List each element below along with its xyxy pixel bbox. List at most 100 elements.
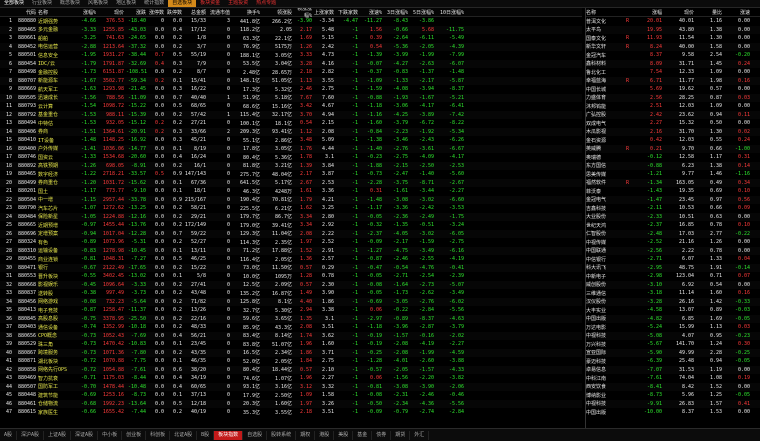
table-row[interactable]: 43 880469 智力抗衰 -0.71 1175.03 -8.44 0.0 0.4 34/19… (0, 374, 582, 383)
table-row[interactable]: 2 880465 多元金融 -3.33 1255.85 -43.03 0.0 0.4 17/12… (0, 25, 582, 34)
table-row[interactable]: 1 880880 近期强势 -4.66 376.53 -18.40 0 0.0 15/33 3 44… (0, 17, 582, 26)
stock-row[interactable]: 中视传媒 -2.52 21.16 1.26 0.00 (586, 238, 760, 247)
stock-row[interactable]: 金石资源 0.42 12.03 0.55 0.24 (586, 136, 760, 145)
stock-row[interactable]: 中视科技 -9.91 26.83 1.57 0.41 (586, 399, 760, 408)
table-row[interactable]: 32 880668 影视娱乐 -0.45 1096.64 -3.33 0.0 0.2 27/41… (0, 280, 582, 289)
table-row[interactable]: 4 880452 电信运营 -2.88 1213.64 -37.32 0.0 0.2 3/7 0 7… (0, 42, 582, 51)
stock-row[interactable]: 中国长城 5.69 19.62 0.57 0.00 (586, 85, 760, 94)
column-header-4[interactable]: 现价 (98, 9, 126, 16)
table-row[interactable]: 10 880505 迅速成长 -1.56 788.56 -11.09 0.0 0.7 40/40… (0, 93, 582, 102)
stock-row[interactable]: 力盛体育 2.56 28.25 0.87 0.03 (586, 93, 760, 102)
column-header-8[interactable]: 总金额 (184, 9, 208, 16)
table-row[interactable]: 23 880790 汽车芯片 -1.07 1272.62 -13.25 0.0 0.2 58/2… (0, 204, 582, 213)
table-row[interactable]: 40 880867 跨境服务 -0.73 1071.36 -7.80 0.0 0.2 43/35… (0, 348, 582, 357)
bottom-tab-4[interactable]: 中小板 (98, 430, 123, 440)
column-header-18[interactable]: 10日涨幅% (436, 9, 466, 16)
stock-row[interactable]: 大丰实业 -4.58 13.07 0.89 -0.03 (586, 306, 760, 315)
stock-row[interactable]: 西安饮食 -8.41 8.42 1.52 0.00 (586, 382, 760, 391)
table-row[interactable]: 33 880837 送转股 -0.38 997.49 -3.73 0.0 0.2 43/48 0 1… (0, 289, 582, 298)
stock-row[interactable]: 汉仪股份 -3.28 26.16 1.42 -0.33 (586, 297, 760, 306)
bottom-tab-5[interactable]: 创业板 (122, 430, 147, 440)
tab-2[interactable]: 概念板块 (56, 0, 84, 7)
tab-5[interactable]: 统计指数 (140, 0, 168, 7)
column-header-1[interactable]: 代码 (14, 9, 38, 16)
bottom-tab-7[interactable]: 北证A股 (170, 430, 198, 440)
table-row[interactable]: 20 880499 券商重仓 -1.20 1031.72 -15.62 0.0 0.1 67/3… (0, 178, 582, 187)
table-row[interactable]: 38 880656 CPO概念 -0.73 1052.43 -7.69 0.0 0.4 56/2… (0, 331, 582, 340)
column-header-16[interactable]: 3日涨幅% (384, 9, 410, 16)
column-header-6[interactable]: 涨停数 (148, 9, 166, 16)
bottom-tab-3[interactable]: 深证A股 (71, 430, 99, 440)
bottom-tab-8[interactable]: B股 (197, 430, 215, 440)
table-row[interactable]: 6 880454 IDC/云 -1.79 1791.87 -32.69 0.4 0.3 7/9 0… (0, 59, 582, 68)
table-row[interactable]: 22 880504 中一增 -1.15 2957.44 -33.78 0.0 0.9 215/1… (0, 195, 582, 204)
column-header-11[interactable]: 领涨股 (262, 9, 294, 16)
table-row[interactable]: 21 880201 国土 -1.17 773.77 -9.10 0.0 0.1 18/1 0 46.… (0, 187, 582, 196)
column-header-9[interactable]: 流通市值 (208, 9, 232, 16)
stock-row[interactable]: 三维通信 -3.18 11.14 1.60 0.16 (586, 289, 760, 298)
bottom-tab-1[interactable]: 深沪A股 (17, 430, 45, 440)
stock-row[interactable]: 幸福蓝海 R 6.71 11.77 1.98 0.16 (586, 76, 760, 85)
bottom-tab-6[interactable]: 科创板 (146, 430, 171, 440)
table-row[interactable]: 25 880665 近期预增 -0.97 1455.44 -13.76 0.0 0.2 172/… (0, 221, 582, 230)
stock-row[interactable]: 大业股份 -2.33 10.51 0.63 0.00 (586, 212, 760, 221)
stock-row[interactable]: 吉鑫科技 -2.11 10.53 0.66 0.09 (586, 204, 760, 213)
table-row[interactable]: 46 880461 仓储物流 -0.68 1992.23 -13.64 0.0 0.5 12/1… (0, 399, 582, 408)
stock-row[interactable]: 万达电影 -5.24 15.99 1.13 0.03 (586, 323, 760, 332)
tab-3[interactable]: 风格板块 (84, 0, 112, 7)
stock-row[interactable]: 中科江南 -7.61 74.04 1.08 0.19 (586, 374, 760, 383)
bottom-tab-18[interactable]: 外汇 (410, 430, 430, 440)
column-header-13[interactable]: 上涨家数 (314, 9, 336, 16)
table-row[interactable]: 14 880406 券商 -1.51 1364.61 -20.91 0.2 0.3 33/66 2… (0, 127, 582, 136)
column-header-3[interactable]: 涨幅% (76, 9, 98, 16)
tab-0[interactable]: 全部板块 (0, 0, 28, 7)
tab-1[interactable]: 行业板块 (28, 0, 56, 7)
table-row[interactable]: 47 880615 家族医生 -0.66 1655.42 -7.44 0.0 0.2 40/19… (0, 408, 582, 417)
column-header-17[interactable]: 5日涨幅% (410, 9, 436, 16)
column-header-10[interactable]: 换手% (232, 9, 262, 16)
table-row[interactable]: 37 880403 通信设备 -0.74 1352.99 -10.18 0.0 0.2 48/3… (0, 323, 582, 332)
table-row[interactable]: 44 880507 国防军工 -0.70 1478.44 -10.48 0.0 0.4 60/6… (0, 382, 582, 391)
stock-row[interactable]: 思美传媒 -1.21 9.77 1.46 -1.16 (586, 170, 760, 179)
table-row[interactable]: 29 880455 商业连锁 -0.81 1048.31 -7.27 0.0 0.5 46/25… (0, 255, 582, 264)
stock-row[interactable]: 豪迈科技 -6.39 25.48 0.94 -0.05 (586, 357, 760, 366)
bottom-tab-2[interactable]: 上证A股 (44, 430, 72, 440)
stock-row[interactable]: 中国联通 -2.56 2.22 0.78 0.00 (586, 246, 760, 255)
stock-row[interactable]: 中视科技 -5.08 4.07 0.95 -0.23 (586, 331, 760, 340)
stock-row[interactable]: 广弘控股 2.42 23.62 0.94 0.11 (586, 110, 760, 119)
tab-8[interactable]: 主题投资 (224, 0, 252, 7)
table-row[interactable]: 11 880793 云计算 -1.54 1098.72 -15.22 0.0 0.5 68/65… (0, 102, 582, 111)
table-row[interactable]: 8 880707 新能源车 -1.67 3502.77 -59.34 0.2 0.1 15/41… (0, 76, 582, 85)
stock-row[interactable]: 普洱文化 R 20.01 40.01 1.16 0.00 (586, 17, 760, 26)
column-header-7[interactable]: 跌停数 (166, 9, 184, 16)
stock-row[interactable]: 博纳影业 -8.73 5.96 1.25 -0.05 (586, 391, 760, 400)
stock-row[interactable]: 木瓜影视 2.16 31.70 1.30 0.02 (586, 127, 760, 136)
table-row[interactable]: 18 880892 高铁预期 -1.26 698.05 -8.91 0.0 0.2 16/1 0 8… (0, 161, 582, 170)
stock-row[interactable]: 金冠汽车 8.37 9.58 2.54 -0.20 (586, 51, 760, 60)
stock-row[interactable]: 英威腾 R 0.21 9.70 0.66 -1.00 (586, 144, 760, 153)
table-row[interactable]: 7 880498 金融控股 -1.73 6151.87 -108.51 0.0 0.2 8/7 0… (0, 68, 582, 77)
table-row[interactable]: 31 880553 晋升板块 -0.55 3402.45 -13.02 0.0 0.1 5/8 0… (0, 272, 582, 281)
table-row[interactable]: 34 880456 网络游戏 -0.08 732.23 -5.64 0.0 0.2 71/82 0… (0, 297, 582, 306)
column-header-5[interactable]: 涨跌 (126, 9, 148, 16)
stock-column-header-2[interactable]: 现价 (664, 9, 696, 16)
stock-row[interactable]: 奥瑞德 -0.12 12.58 1.17 0.31 (586, 153, 760, 162)
table-row[interactable]: 24 880484 保险新星 -1.05 1224.88 -12.16 0.0 0.2 29/2… (0, 212, 582, 221)
bottom-tab-0[interactable]: A股 (0, 430, 18, 440)
table-row[interactable]: 30 880471 银行 -0.67 2122.49 -17.65 0.0 0.2 15/22 0… (0, 263, 582, 272)
column-header-14[interactable]: 下跌家数 (336, 9, 360, 16)
stock-column-header-4[interactable]: 涨速 (724, 9, 752, 16)
stock-row[interactable]: 中信银行 -2.71 6.07 1.33 0.04 (586, 255, 760, 264)
bottom-tab-12[interactable]: 期权 (296, 430, 316, 440)
tab-4[interactable]: 地区板块 (112, 0, 140, 7)
table-row[interactable]: 45 880448 建筑节能 -0.69 1253.16 -8.73 0.0 0.1 37/13… (0, 391, 582, 400)
table-row[interactable]: 27 880324 有色 -0.89 1073.96 -5.31 0.0 0.2 52/27 0 1… (0, 238, 582, 247)
stock-row[interactable]: 东方国信 -0.88 6.23 1.38 0.14 (586, 161, 760, 170)
table-row[interactable]: 36 880845 高股息股 -0.75 3378.95 -25.50 0.0 0.2 22/1… (0, 314, 582, 323)
stock-row[interactable]: 中国出版 -4.82 6.85 1.69 -0.05 (586, 314, 760, 323)
table-row[interactable]: 35 880413 电子竞技 -0.87 1258.47 -11.37 0.0 0.2 13/2… (0, 306, 582, 315)
stock-row[interactable]: 宣亚国际 -5.90 49.99 2.28 -0.25 (586, 348, 760, 357)
stock-row[interactable]: 国泰文化 R 11.93 11.54 1.30 0.00 (586, 34, 760, 43)
table-row[interactable]: 5 880501 信息安全 -1.95 1931.27 -38.44 0.7 0.5 55/19… (0, 51, 582, 60)
stock-row[interactable]: 金冠电气 -1.47 23.45 0.97 0.56 (586, 195, 760, 204)
